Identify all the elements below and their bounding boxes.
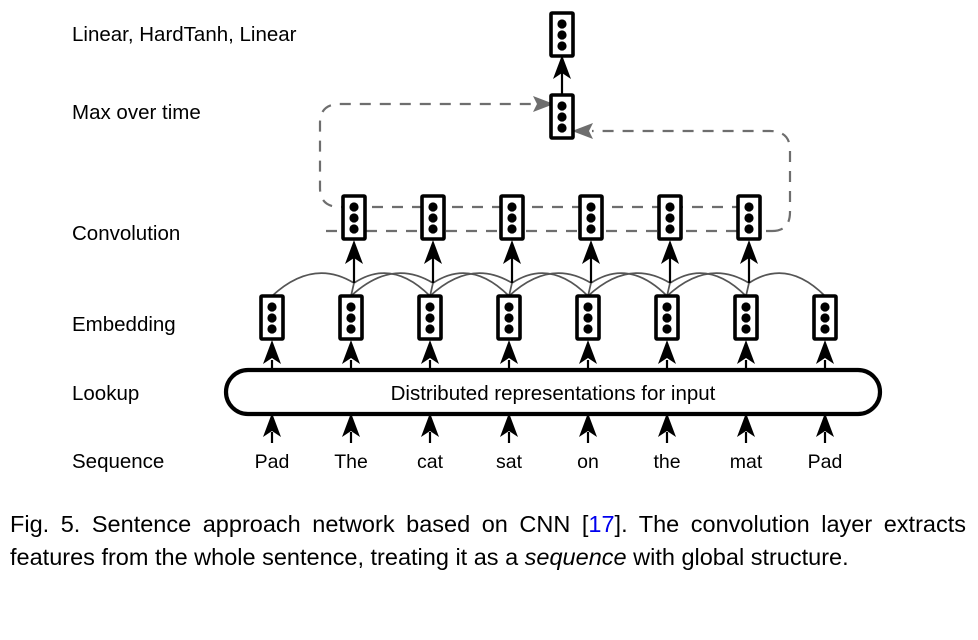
output-unit — [549, 11, 575, 58]
arrow-to-emb-3 — [421, 340, 439, 370]
row-label-lookup: Lookup — [72, 382, 139, 405]
max-to-output-arrow — [553, 55, 571, 95]
token-label: The — [334, 451, 368, 473]
convolution-unit — [736, 194, 762, 241]
token-label: Pad — [808, 451, 843, 473]
row-label-sequence: Sequence — [72, 450, 164, 473]
arrow-token-2 — [342, 413, 360, 443]
token-label: the — [653, 451, 680, 473]
arc-window-4-left — [508, 272, 592, 297]
row-label-convolution: Convolution — [72, 222, 180, 245]
unit-dot — [557, 123, 567, 133]
embedding-unit — [417, 294, 443, 341]
unit-dot — [557, 30, 567, 40]
arrow-token-8 — [816, 413, 834, 443]
arc-window-6-center — [745, 282, 750, 297]
arrow-to-conv-4 — [582, 240, 600, 283]
token-label: mat — [730, 451, 763, 473]
embedding-unit — [733, 294, 759, 341]
sequence-to-lookup-arrows — [263, 413, 834, 443]
arrow-to-conv-1 — [345, 240, 363, 283]
arrow-token-6 — [658, 413, 676, 443]
row-label-linear-hardtanh-linear: Linear, HardTanh, Linear — [72, 23, 297, 46]
arc-window-2-left — [350, 272, 434, 297]
sequence-tokens: Pad The cat sat on the mat Pad — [255, 451, 843, 473]
convolution-unit — [499, 194, 525, 241]
unit-dot — [557, 41, 567, 51]
arrow-token-4 — [500, 413, 518, 443]
network-diagram: Linear, HardTanh, Linear Max over time C… — [72, 11, 883, 473]
token-label: sat — [496, 451, 523, 473]
arrow-to-emb-8 — [816, 340, 834, 370]
convolution-unit — [341, 194, 367, 241]
lookup-capsule-label: Distributed representations for input — [391, 382, 716, 405]
arc-window-5-left — [587, 272, 671, 297]
arrow-token-7 — [737, 413, 755, 443]
lookup-capsule: Distributed representations for input — [223, 367, 883, 417]
arrow-to-emb-2 — [342, 340, 360, 370]
arrow-to-conv-2 — [424, 240, 442, 283]
arrow-to-emb-6 — [658, 340, 676, 370]
caption-reference-link[interactable]: 17 — [588, 511, 614, 537]
arc-window-6-right — [748, 272, 826, 297]
arrow-to-emb-1 — [263, 340, 281, 370]
caption-emphasis: sequence — [524, 544, 627, 570]
arrow-to-emb-5 — [579, 340, 597, 370]
dashed-arrowhead-right — [572, 123, 593, 139]
convolution-unit — [657, 194, 683, 241]
caption-suffix: with global structure. — [626, 544, 849, 570]
dashed-left-riser — [318, 102, 534, 209]
arrow-to-conv-5 — [661, 240, 679, 283]
max-over-time-unit — [549, 93, 575, 140]
figure-caption: Fig. 5. Sentence approach network based … — [10, 508, 966, 574]
row-label-max-over-time: Max over time — [72, 101, 201, 124]
token-label: on — [577, 451, 599, 473]
unit-dot — [557, 101, 567, 111]
token-label: cat — [417, 451, 444, 473]
convolution-unit — [578, 194, 604, 241]
arrow-token-1 — [263, 413, 281, 443]
embedding-unit — [654, 294, 680, 341]
convolution-units — [341, 194, 762, 241]
arrow-token-5 — [579, 413, 597, 443]
row-label-embedding: Embedding — [72, 313, 176, 336]
embedding-unit — [259, 294, 285, 341]
convolution-unit — [420, 194, 446, 241]
embedding-unit — [812, 294, 838, 341]
embedding-unit — [338, 294, 364, 341]
arrow-to-emb-4 — [500, 340, 518, 370]
caption-prefix: Fig. 5. Sentence approach network based … — [10, 511, 589, 537]
embedding-unit — [496, 294, 522, 341]
token-label: Pad — [255, 451, 290, 473]
embedding-units — [259, 294, 838, 341]
lookup-to-embedding-arrows — [263, 340, 834, 370]
arrow-to-emb-7 — [737, 340, 755, 370]
arrow-to-conv-3 — [503, 240, 521, 283]
embedding-unit — [575, 294, 601, 341]
arc-window-3-left — [429, 272, 513, 297]
arc-window-6-left — [666, 272, 750, 297]
unit-dot — [557, 112, 567, 122]
arrow-to-conv-6 — [740, 240, 758, 283]
arrow-token-3 — [421, 413, 439, 443]
figure-root: Linear, HardTanh, Linear Max over time C… — [0, 0, 978, 640]
unit-dot — [557, 19, 567, 29]
arc-window-1-left — [271, 272, 355, 297]
